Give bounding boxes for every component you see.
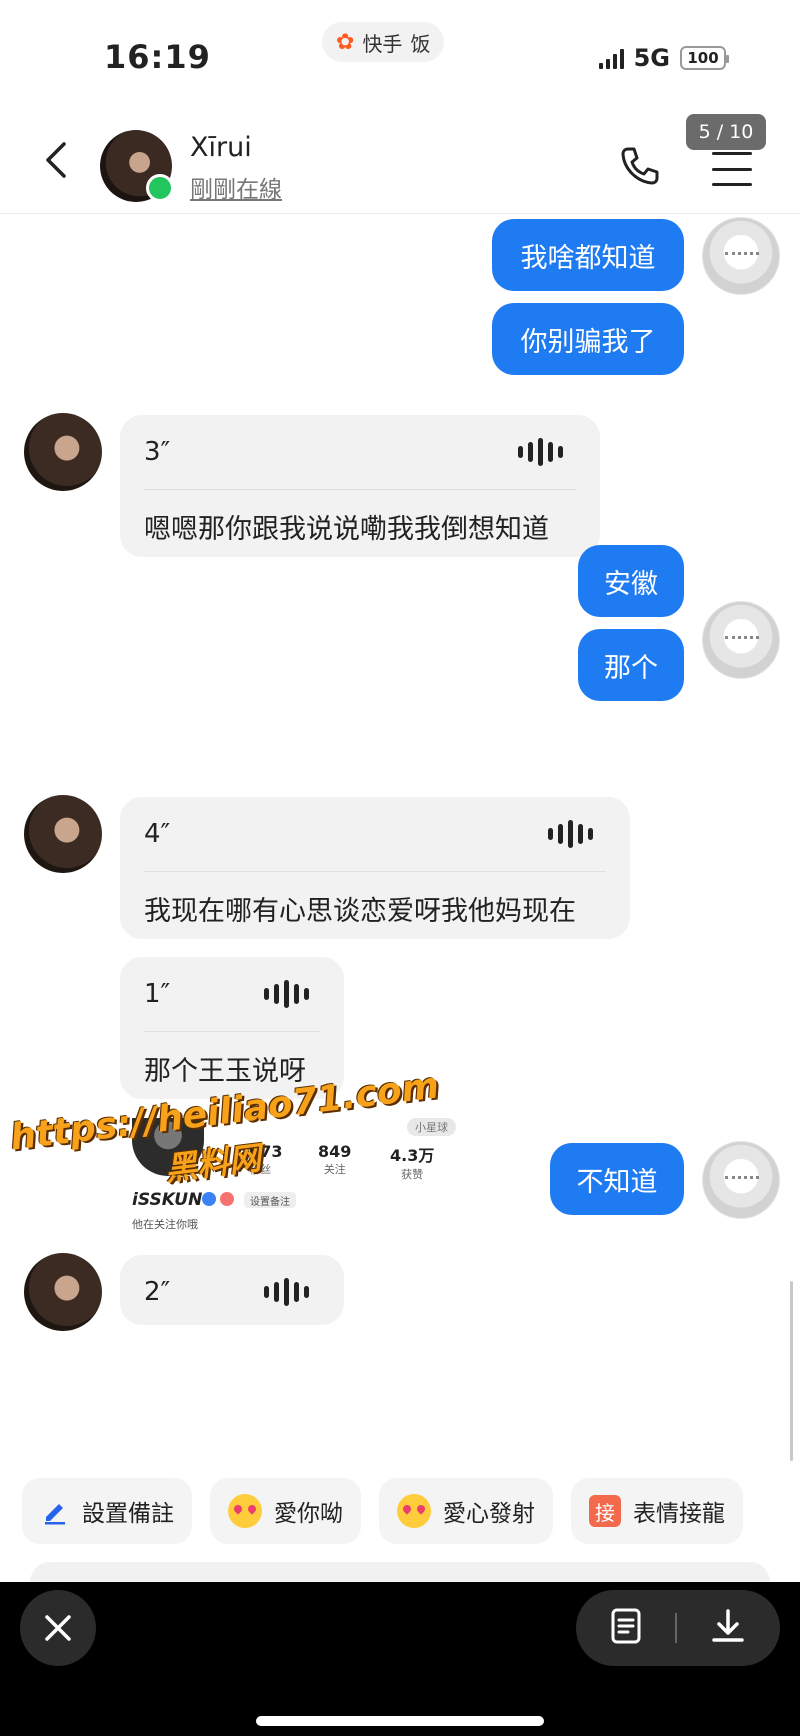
verified-badge-icon [202,1192,216,1206]
contact-status: 剛剛在線 [190,177,282,203]
heart-eyes-emoji-icon [228,1494,262,1528]
voice-transcript: 嗯嗯那你跟我说说嘞我我倒想知道 [144,514,549,545]
notes-button[interactable] [610,1608,642,1648]
set-note-button[interactable]: 設置備註 [22,1478,192,1544]
call-button[interactable] [618,144,662,188]
voice-message[interactable]: 4″ 我现在哪有心思谈恋爱呀我他妈现在 [120,797,630,939]
viewer-toolbar [0,1582,800,1736]
emoji-relay-label: 表情接龍 [633,1501,725,1527]
voice-transcript: 我现在哪有心思谈恋爱呀我他妈现在 [144,896,576,927]
app-label: 快手 [362,31,403,56]
voice-divider [144,1031,320,1032]
message-bubble-sent[interactable]: 不知道 [550,1143,684,1215]
love-launch-label: 愛心發射 [443,1501,535,1527]
voice-message[interactable]: 2″ [120,1255,344,1325]
screen: 16:19 ✿ 快手 饭 5G 100 Xīrui 剛剛在線 5 / 10 我啥… [0,0,800,1736]
message-input-area[interactable] [30,1562,770,1582]
home-indicator[interactable] [256,1716,544,1726]
voice-duration: 1″ [144,979,171,1009]
chevron-left-icon [46,142,66,178]
online-status-dot [146,174,174,202]
close-icon [45,1615,71,1641]
follow-status: 他在关注你哦 [132,1218,198,1231]
love-you-label: 愛你呦 [274,1501,343,1527]
chat-area[interactable]: 我啥都知道 你别骗我了 3″ 嗯嗯那你跟我说说嘞我我倒想知道 安徽 那个 4″ … [0,215,800,1465]
download-icon [711,1609,744,1642]
close-button[interactable] [20,1590,96,1666]
likes-count: 4.3万 [390,1146,435,1165]
app-indicator-pill[interactable]: ✿ 快手 饭 [322,22,445,62]
gender-badge-icon [220,1192,234,1206]
back-button[interactable] [36,138,76,182]
my-avatar[interactable] [702,217,780,295]
quick-actions-bar: 設置備註 愛你呦 愛心發射 接 表情接龍 [22,1478,743,1544]
app-suffix: 饭 [410,31,431,56]
love-launch-emoji-icon [397,1494,431,1528]
status-indicators: 5G 100 [598,44,729,72]
love-you-button[interactable]: 愛你呦 [210,1478,361,1544]
voice-duration: 4″ [144,819,171,849]
message-bubble-sent[interactable]: 你别骗我了 [492,303,684,375]
likes-stat: 4.3万 获赞 [390,1142,434,1182]
status-bar: 16:19 ✿ 快手 饭 5G 100 [0,0,800,110]
voice-duration: 3″ [144,437,171,467]
voice-divider [144,871,606,872]
notes-icon [611,1608,641,1644]
contact-message-avatar[interactable] [24,413,102,491]
scrollbar[interactable] [790,1281,793,1461]
message-bubble-sent[interactable]: 安徽 [578,545,684,617]
voice-duration: 2″ [144,1277,171,1307]
set-note-chip: 设置备注 [244,1192,296,1208]
voice-transcript: 那个王玉说呀 [144,1056,306,1087]
relay-icon: 接 [589,1495,621,1527]
menu-icon-line [712,183,752,186]
chat-header: Xīrui 剛剛在線 5 / 10 [0,110,800,214]
set-note-label: 設置備註 [82,1501,174,1527]
contact-name[interactable]: Xīrui [190,132,252,163]
menu-icon-line [712,167,752,171]
contact-message-avatar[interactable] [24,795,102,873]
menu-icon-line [712,152,752,155]
tools-separator [674,1613,677,1643]
voice-wave-icon[interactable] [264,979,309,1009]
voice-message[interactable]: 1″ 那个王玉说呀 [120,957,344,1099]
contact-message-avatar[interactable] [24,1253,102,1331]
likes-label: 获赞 [401,1168,424,1181]
voice-wave-icon[interactable] [518,437,563,467]
kuaishou-logo-icon: ✿ [336,29,355,55]
pencil-icon [40,1496,70,1526]
status-time: 16:19 [104,38,211,76]
menu-button[interactable] [712,152,752,186]
emoji-relay-button[interactable]: 接 表情接龍 [571,1478,743,1544]
message-bubble-sent[interactable]: 我啥都知道 [492,219,684,291]
my-avatar[interactable] [702,1141,780,1219]
page-indicator: 5 / 10 [686,114,766,150]
voice-divider [144,489,576,490]
battery-level: 100 [687,49,719,67]
voice-wave-icon[interactable] [548,819,593,849]
download-button[interactable] [710,1608,746,1648]
my-avatar[interactable] [702,601,780,679]
profile-tag: 小星球 [407,1118,456,1136]
phone-icon [621,147,659,185]
signal-icon [598,47,624,69]
voice-message[interactable]: 3″ 嗯嗯那你跟我说说嘞我我倒想知道 [120,415,600,557]
viewer-tools [576,1590,780,1666]
love-launch-button[interactable]: 愛心發射 [379,1478,553,1544]
message-bubble-sent[interactable]: 那个 [578,629,684,701]
battery-icon: 100 [680,46,729,70]
network-type: 5G [633,44,670,72]
voice-wave-icon[interactable] [264,1277,309,1307]
